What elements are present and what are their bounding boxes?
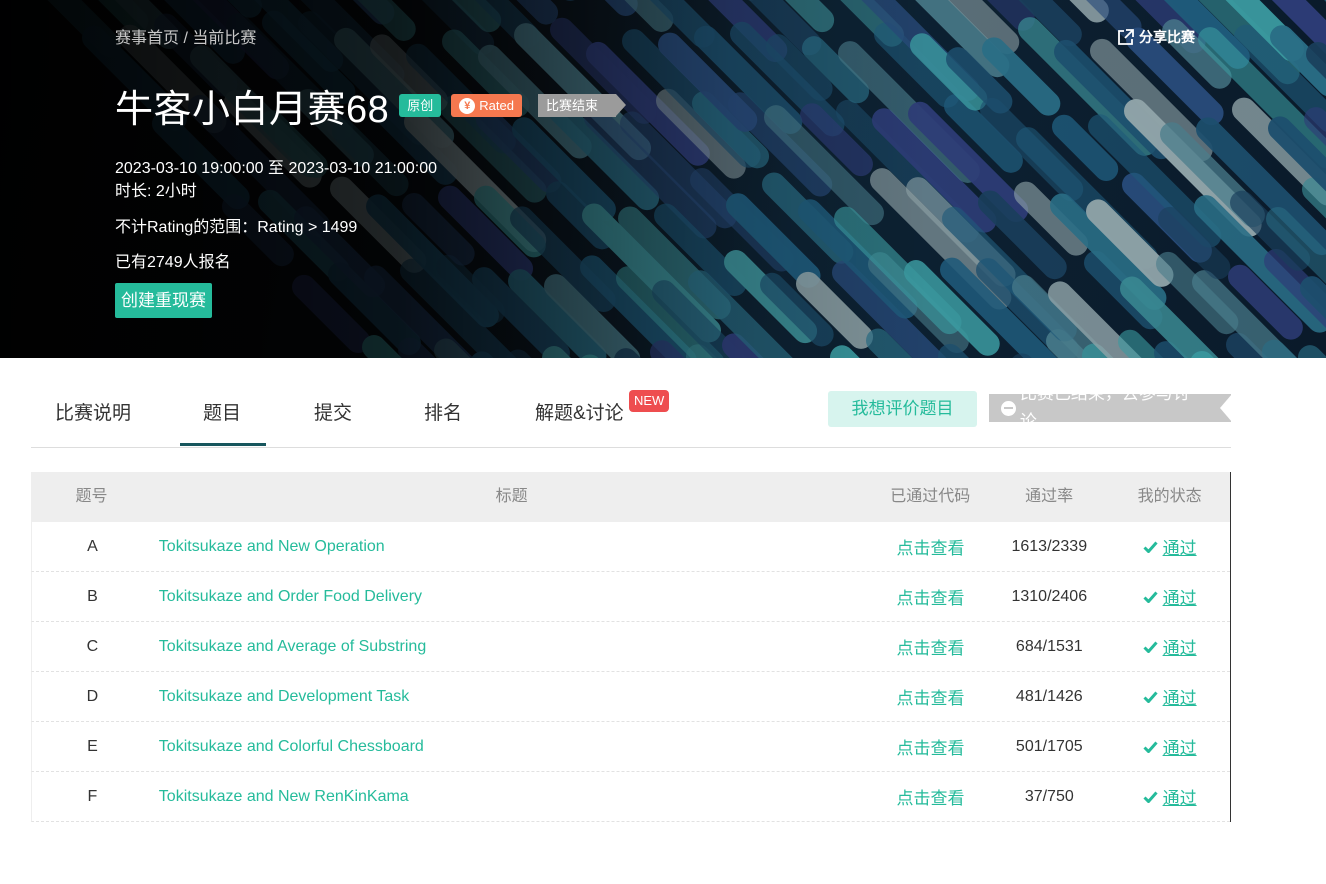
rated-label: Rated	[479, 98, 514, 113]
pass-rate: 684/1531	[1015, 637, 1083, 655]
check-icon	[1143, 591, 1158, 603]
view-code-link[interactable]: 点击查看	[872, 634, 990, 659]
status-label: 通过	[1162, 639, 1197, 658]
contest-time-range: 2023-03-10 19:00:00 至 2023-03-10 21:00:0…	[115, 160, 438, 177]
problem-title-link[interactable]: Tokitsukaze and Order Food Delivery	[153, 588, 872, 606]
header-code: 已通过代码	[890, 488, 971, 505]
tab-problems[interactable]: 题目	[203, 398, 241, 446]
view-code-link[interactable]: 点击查看	[872, 534, 990, 559]
status-link[interactable]: 通过	[1109, 634, 1230, 659]
yen-icon: ¥	[459, 97, 476, 114]
active-tab-indicator	[180, 443, 266, 446]
breadcrumb: 赛事首页 / 当前比赛	[115, 24, 256, 48]
pass-rate: 1613/2339	[1011, 537, 1088, 555]
pass-rate: 501/1705	[1015, 737, 1083, 755]
breadcrumb-home[interactable]: 赛事首页	[115, 30, 179, 47]
rated-badge: ¥ Rated	[451, 94, 522, 117]
header-status: 我的状态	[1137, 488, 1202, 505]
check-icon	[1143, 641, 1158, 653]
new-badge: NEW	[629, 390, 670, 412]
check-icon	[1143, 791, 1158, 803]
pass-rate: 481/1426	[1015, 687, 1083, 705]
problem-id: C	[86, 637, 99, 655]
evaluate-problems-button[interactable]: 我想评价题目	[828, 391, 977, 427]
table-row: C Tokitsukaze and Average of Substring 点…	[31, 622, 1230, 672]
table-row: B Tokitsukaze and Order Food Delivery 点击…	[31, 572, 1230, 622]
share-icon	[1117, 28, 1134, 46]
view-code-link[interactable]: 点击查看	[872, 584, 990, 609]
check-icon	[1143, 541, 1158, 553]
table-row: E Tokitsukaze and Colorful Chessboard 点击…	[31, 722, 1230, 772]
join-discussion-button[interactable]: 比赛已结束，去参与讨论	[989, 384, 1232, 431]
problem-id: F	[87, 787, 98, 805]
rating-range: 不计Rating的范围：Rating > 1499	[115, 219, 358, 236]
view-code-link[interactable]: 点击查看	[872, 684, 990, 709]
banner-content: 赛事首页 / 当前比赛 分享比赛 牛客小白月赛68 原创 ¥ Rated 比赛结…	[115, 0, 1215, 358]
table-row: A Tokitsukaze and New Operation 点击查看 161…	[31, 522, 1230, 572]
minus-circle-icon	[1001, 400, 1016, 416]
check-icon	[1143, 741, 1158, 753]
problem-id: A	[87, 537, 98, 555]
table-row: F Tokitsukaze and New RenKinKama 点击查看 37…	[31, 772, 1230, 822]
table-row: D Tokitsukaze and Development Task 点击查看 …	[31, 672, 1230, 722]
problem-title-link[interactable]: Tokitsukaze and Colorful Chessboard	[153, 738, 872, 756]
share-label: 分享比赛	[1139, 29, 1195, 45]
status-label: 通过	[1162, 589, 1197, 608]
status-label: 通过	[1162, 539, 1197, 558]
problem-title-link[interactable]: Tokitsukaze and Average of Substring	[153, 638, 872, 656]
problem-title-link[interactable]: Tokitsukaze and New RenKinKama	[153, 788, 872, 806]
header-title: 标题	[495, 488, 528, 505]
contest-banner: 赛事首页 / 当前比赛 分享比赛 牛客小白月赛68 原创 ¥ Rated 比赛结…	[0, 0, 1326, 358]
problem-id: E	[87, 737, 98, 755]
breadcrumb-current[interactable]: 当前比赛	[192, 30, 256, 47]
join-discussion-label: 比赛已结束，去参与讨论	[1019, 384, 1190, 431]
problem-id: D	[86, 687, 99, 705]
header-id: 题号	[75, 488, 108, 505]
status-label: 通过	[1162, 789, 1197, 808]
tab-discussion[interactable]: 解题&讨论 NEW	[535, 390, 670, 446]
tab-description[interactable]: 比赛说明	[55, 398, 131, 446]
pass-rate: 1310/2406	[1011, 587, 1088, 605]
registered-count: 已有2749人报名	[115, 254, 231, 271]
view-code-link[interactable]: 点击查看	[872, 784, 990, 809]
problem-title-link[interactable]: Tokitsukaze and Development Task	[153, 688, 872, 706]
contest-title-row: 牛客小白月赛68 原创 ¥ Rated 比赛结束	[115, 78, 627, 133]
contest-ended-badge: 比赛结束	[538, 94, 627, 117]
breadcrumb-separator: /	[179, 30, 193, 47]
header-rate: 通过率	[1025, 488, 1074, 505]
original-badge: 原创	[399, 94, 442, 117]
status-link[interactable]: 通过	[1109, 734, 1230, 759]
status-link[interactable]: 通过	[1109, 534, 1230, 559]
create-rerun-button[interactable]: 创建重现赛	[115, 283, 212, 318]
pass-rate: 37/750	[1024, 787, 1074, 805]
check-icon	[1143, 691, 1158, 703]
contest-tabs: 比赛说明 题目 提交 排名 解题&讨论 NEW 我想评价题目 比赛已结束，去参与…	[31, 382, 1232, 448]
table-header: 题号 标题 已通过代码 通过率 我的状态	[31, 472, 1230, 522]
problems-table: 题号 标题 已通过代码 通过率 我的状态 A Tokitsukaze and N…	[31, 472, 1231, 822]
problem-title-link[interactable]: Tokitsukaze and New Operation	[153, 538, 872, 556]
status-label: 通过	[1162, 689, 1197, 708]
status-label: 通过	[1162, 739, 1197, 758]
problem-id: B	[87, 587, 98, 605]
status-link[interactable]: 通过	[1109, 784, 1230, 809]
status-link[interactable]: 通过	[1109, 684, 1230, 709]
tab-submissions[interactable]: 提交	[314, 398, 352, 446]
contest-title: 牛客小白月赛68	[115, 89, 390, 131]
share-button[interactable]: 分享比赛	[1117, 27, 1195, 47]
tab-discussion-label: 解题&讨论	[535, 403, 624, 424]
status-link[interactable]: 通过	[1109, 584, 1230, 609]
view-code-link[interactable]: 点击查看	[872, 734, 990, 759]
tab-ranking[interactable]: 排名	[424, 398, 462, 446]
contest-duration: 时长: 2小时	[115, 183, 197, 200]
